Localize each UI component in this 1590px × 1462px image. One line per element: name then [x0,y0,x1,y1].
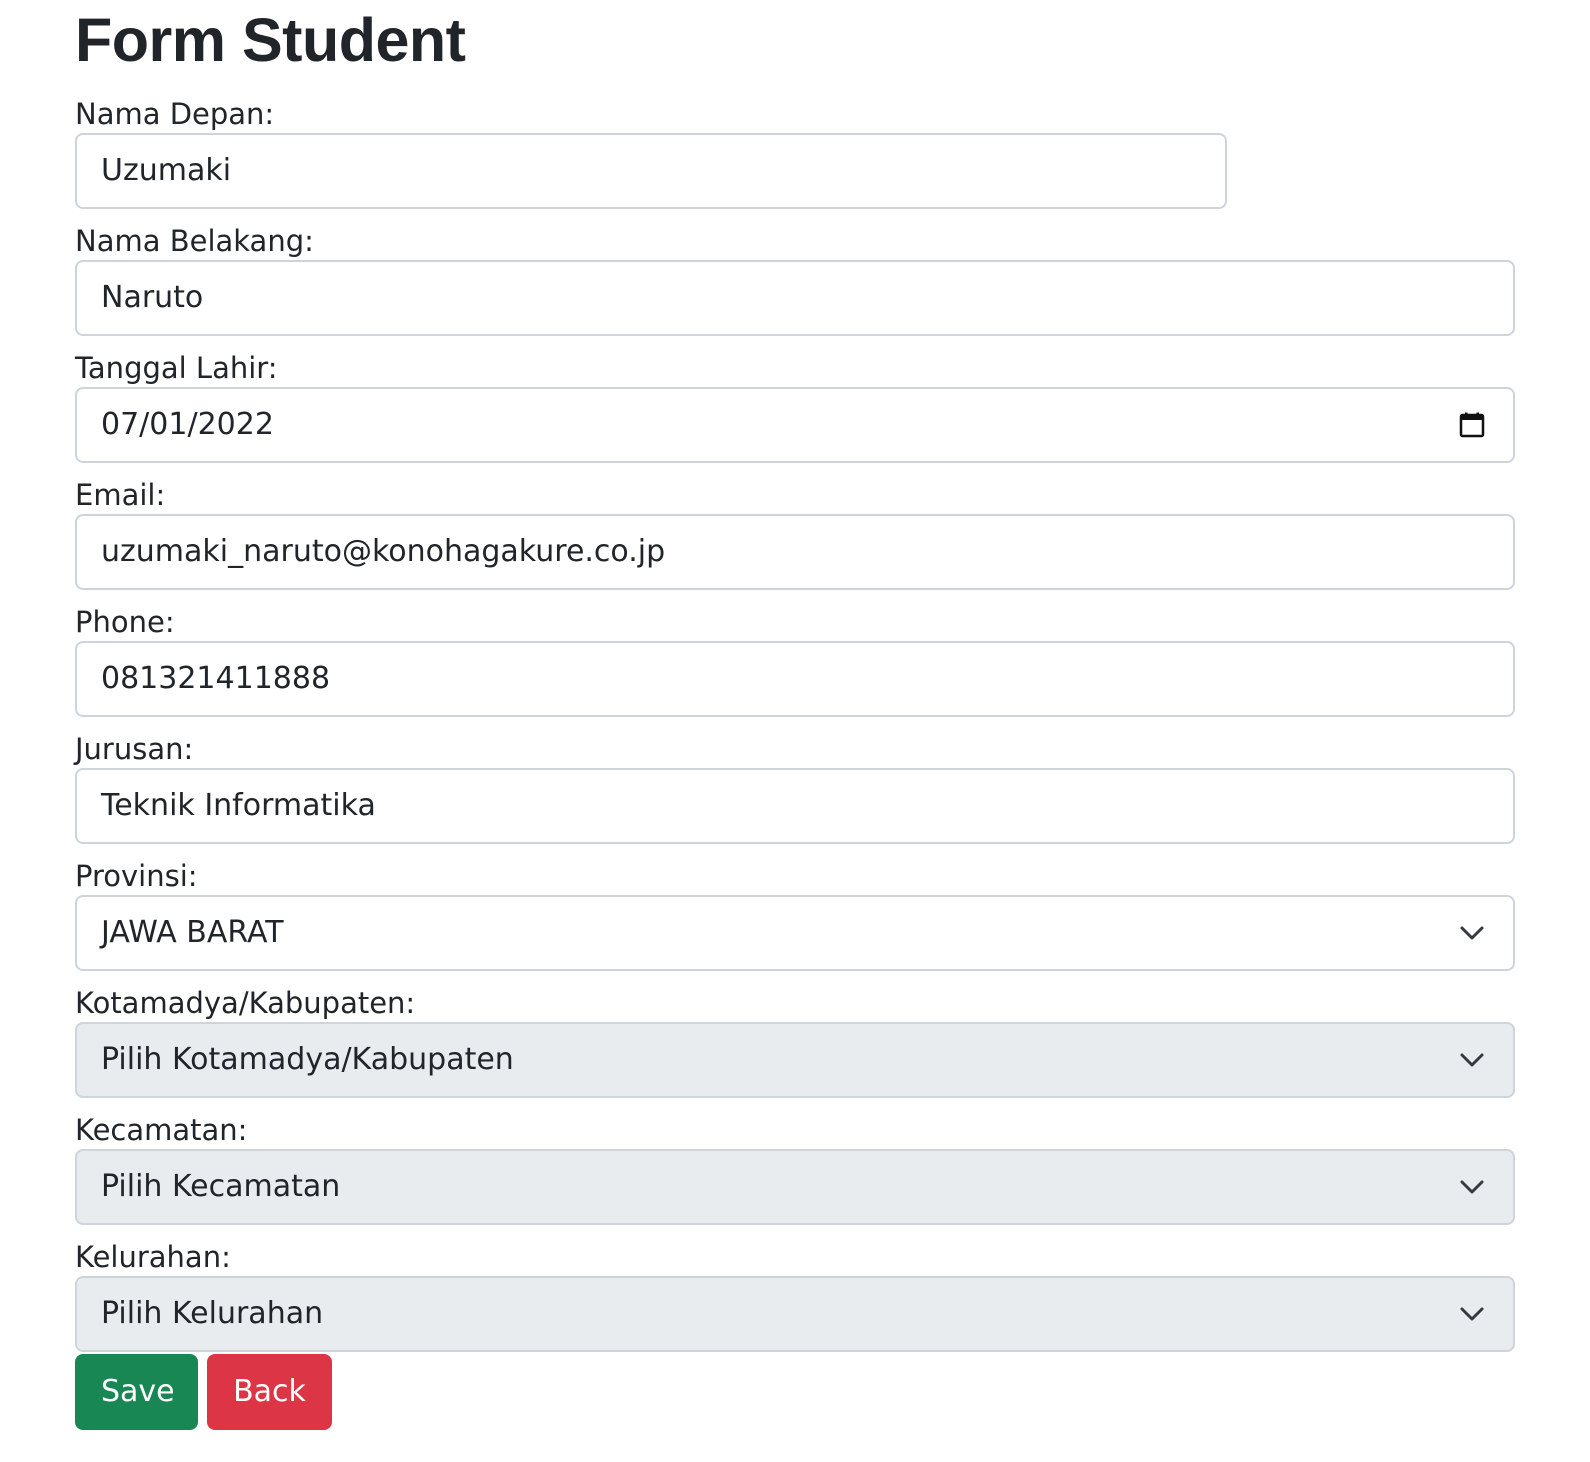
nama-belakang-value: Naruto [101,280,204,315]
chevron-down-icon [1457,1299,1487,1329]
kecamatan-select[interactable]: Pilih Kecamatan [75,1149,1515,1225]
page-title: Form Student [75,6,466,74]
field-tanggal-lahir: Tanggal Lahir: 07/01/2022 [75,350,1515,463]
field-kotamadya: Kotamadya/Kabupaten: Pilih Kotamadya/Kab… [75,985,1515,1098]
tanggal-lahir-value: 07/01/2022 [101,407,274,442]
kecamatan-selected: Pilih Kecamatan [101,1169,341,1204]
field-email: Email: uzumaki_naruto@konohagakure.co.jp [75,477,1515,590]
field-nama-belakang: Nama Belakang: Naruto [75,223,1515,336]
chevron-down-icon [1457,918,1487,948]
nama-depan-label: Nama Depan: [75,97,275,131]
back-button[interactable]: Back [207,1354,332,1430]
jurusan-label: Jurusan: [75,732,194,766]
nama-depan-value: Uzumaki [101,153,232,188]
form-actions: Save Back [75,1354,1515,1430]
field-kecamatan: Kecamatan: Pilih Kecamatan [75,1112,1515,1225]
form-container: Form Student Nama Depan: Uzumaki Nama Be… [75,4,1515,1430]
email-input[interactable]: uzumaki_naruto@konohagakure.co.jp [75,514,1515,590]
provinsi-selected: JAWA BARAT [101,915,284,950]
email-label: Email: [75,478,166,512]
jurusan-input[interactable]: Teknik Informatika [75,768,1515,844]
field-phone: Phone: 081321411888 [75,604,1515,717]
field-provinsi: Provinsi: JAWA BARAT [75,858,1515,971]
tanggal-lahir-label: Tanggal Lahir: [75,351,278,385]
field-kelurahan: Kelurahan: Pilih Kelurahan [75,1239,1515,1352]
provinsi-select[interactable]: JAWA BARAT [75,895,1515,971]
provinsi-label: Provinsi: [75,859,198,893]
kotamadya-select[interactable]: Pilih Kotamadya/Kabupaten [75,1022,1515,1098]
kelurahan-selected: Pilih Kelurahan [101,1296,324,1331]
tanggal-lahir-input[interactable]: 07/01/2022 [75,387,1515,463]
phone-label: Phone: [75,605,175,639]
kelurahan-label: Kelurahan: [75,1240,231,1274]
nama-depan-input[interactable]: Uzumaki [75,133,1227,209]
email-value: uzumaki_naruto@konohagakure.co.jp [101,534,666,569]
chevron-down-icon [1457,1045,1487,1075]
phone-input[interactable]: 081321411888 [75,641,1515,717]
kelurahan-select[interactable]: Pilih Kelurahan [75,1276,1515,1352]
save-button[interactable]: Save [75,1354,198,1430]
nama-belakang-label: Nama Belakang: [75,224,314,258]
kotamadya-selected: Pilih Kotamadya/Kabupaten [101,1042,514,1077]
nama-belakang-input[interactable]: Naruto [75,260,1515,336]
calendar-icon[interactable] [1457,410,1487,440]
jurusan-value: Teknik Informatika [101,788,376,823]
kotamadya-label: Kotamadya/Kabupaten: [75,986,416,1020]
chevron-down-icon [1457,1172,1487,1202]
phone-value: 081321411888 [101,661,331,696]
field-nama-depan: Nama Depan: Uzumaki [75,96,1515,209]
kecamatan-label: Kecamatan: [75,1113,248,1147]
field-jurusan: Jurusan: Teknik Informatika [75,731,1515,844]
